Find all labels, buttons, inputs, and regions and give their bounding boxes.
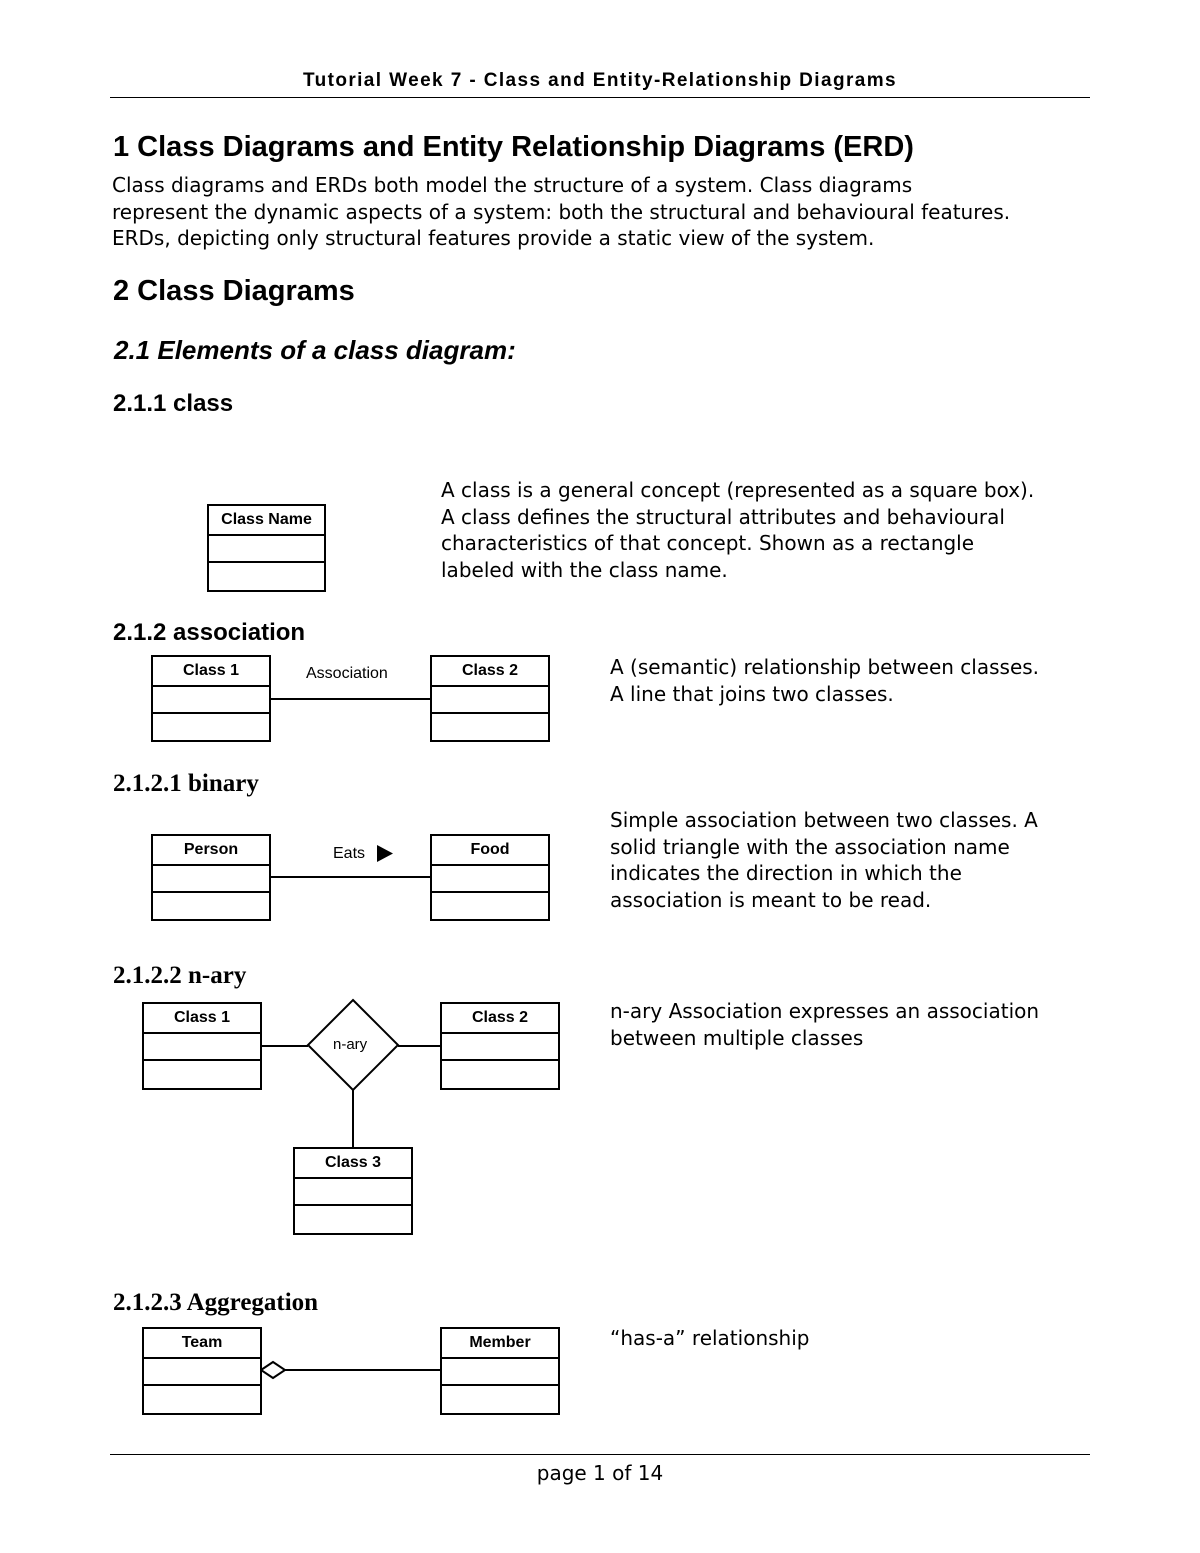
class-name-label: Class Name: [209, 506, 324, 536]
uml-class-box-class-name: Class Name: [207, 504, 326, 592]
section-2-1-2-3-body: “has-a” relationship: [610, 1326, 810, 1350]
section-2-1-2-2-body: n-ary Association expresses an associati…: [610, 999, 1040, 1050]
uml-class-box-class-1: Class 1: [142, 1002, 262, 1090]
aggregation-line: [285, 1369, 440, 1371]
class-name-label: Class 1: [153, 657, 269, 687]
class-name-label: Member: [442, 1329, 558, 1359]
section-2-1-heading: 2.1 Elements of a class diagram:: [114, 335, 516, 365]
attributes-compartment: [442, 1359, 558, 1386]
attributes-compartment: [144, 1034, 260, 1061]
association-line: [271, 698, 430, 700]
operations-compartment: [295, 1206, 411, 1233]
attributes-compartment: [153, 687, 269, 714]
section-2-1-2-2-heading: 2.1.2.2 n-ary: [113, 962, 247, 989]
section-1-body: Class diagrams and ERDs both model the s…: [112, 173, 1011, 250]
section-1-heading: 1 Class Diagrams and Entity Relationship…: [113, 131, 914, 163]
class-name-label: Class 2: [442, 1004, 558, 1034]
uml-class-box-food: Food: [430, 834, 550, 921]
uml-class-box-class-2: Class 2: [430, 655, 550, 742]
section-2-heading: 2 Class Diagrams: [113, 275, 355, 307]
operations-compartment: [432, 714, 548, 741]
nary-label: n-ary: [333, 1036, 368, 1053]
uml-class-box-class-3: Class 3: [293, 1147, 413, 1235]
footer-divider: [110, 1454, 1090, 1455]
section-2-1-2-3-heading: 2.1.2.3 Aggregation: [113, 1289, 319, 1316]
class-name-label: Class 1: [144, 1004, 260, 1034]
operations-compartment: [144, 1061, 260, 1088]
nary-line-class-2: [398, 1045, 440, 1047]
class-name-label: Person: [153, 836, 269, 866]
section-2-1-1-body: A class is a general concept (represente…: [441, 478, 1035, 582]
attributes-compartment: [432, 687, 548, 714]
class-name-label: Class 2: [432, 657, 548, 687]
operations-compartment: [144, 1386, 260, 1413]
operations-compartment: [432, 893, 548, 920]
class-name-label: Class 3: [295, 1149, 411, 1179]
uml-class-box-class-1: Class 1: [151, 655, 271, 742]
section-2-1-2-body: A (semantic) relationship between classe…: [610, 655, 1040, 706]
page-header-title: Tutorial Week 7 - Class and Entity-Relat…: [303, 70, 897, 91]
header-divider: [110, 97, 1090, 98]
operations-compartment: [153, 893, 269, 920]
operations-compartment: [442, 1061, 558, 1088]
uml-class-box-person: Person: [151, 834, 271, 921]
attributes-compartment: [442, 1034, 558, 1061]
attributes-compartment: [144, 1359, 260, 1386]
attributes-compartment: [295, 1179, 411, 1206]
nary-line-class-1: [262, 1045, 308, 1047]
section-2-1-2-heading: 2.1.2 association: [113, 619, 306, 646]
uml-class-box-team: Team: [142, 1327, 262, 1415]
binary-association-label: Eats: [333, 845, 366, 862]
nary-line-class-3: [352, 1090, 354, 1147]
reading-direction-triangle-icon: [377, 845, 393, 862]
uml-class-box-class-2: Class 2: [440, 1002, 560, 1090]
section-2-1-2-1-heading: 2.1.2.1 binary: [113, 770, 259, 797]
section-2-1-2-1-body: Simple association between two classes. …: [610, 808, 1038, 912]
operations-compartment: [209, 563, 324, 590]
association-label: Association: [306, 665, 388, 682]
class-name-label: Team: [144, 1329, 260, 1359]
aggregation-hollow-diamond-icon: [259, 1360, 287, 1380]
attributes-compartment: [432, 866, 548, 893]
class-name-label: Food: [432, 836, 548, 866]
operations-compartment: [442, 1386, 558, 1413]
attributes-compartment: [153, 866, 269, 893]
attributes-compartment: [209, 536, 324, 563]
operations-compartment: [153, 714, 269, 741]
section-2-1-1-heading: 2.1.1 class: [113, 390, 234, 417]
binary-association-line: [271, 876, 430, 878]
page-number: page 1 of 14: [536, 1461, 664, 1485]
uml-class-box-member: Member: [440, 1327, 560, 1415]
